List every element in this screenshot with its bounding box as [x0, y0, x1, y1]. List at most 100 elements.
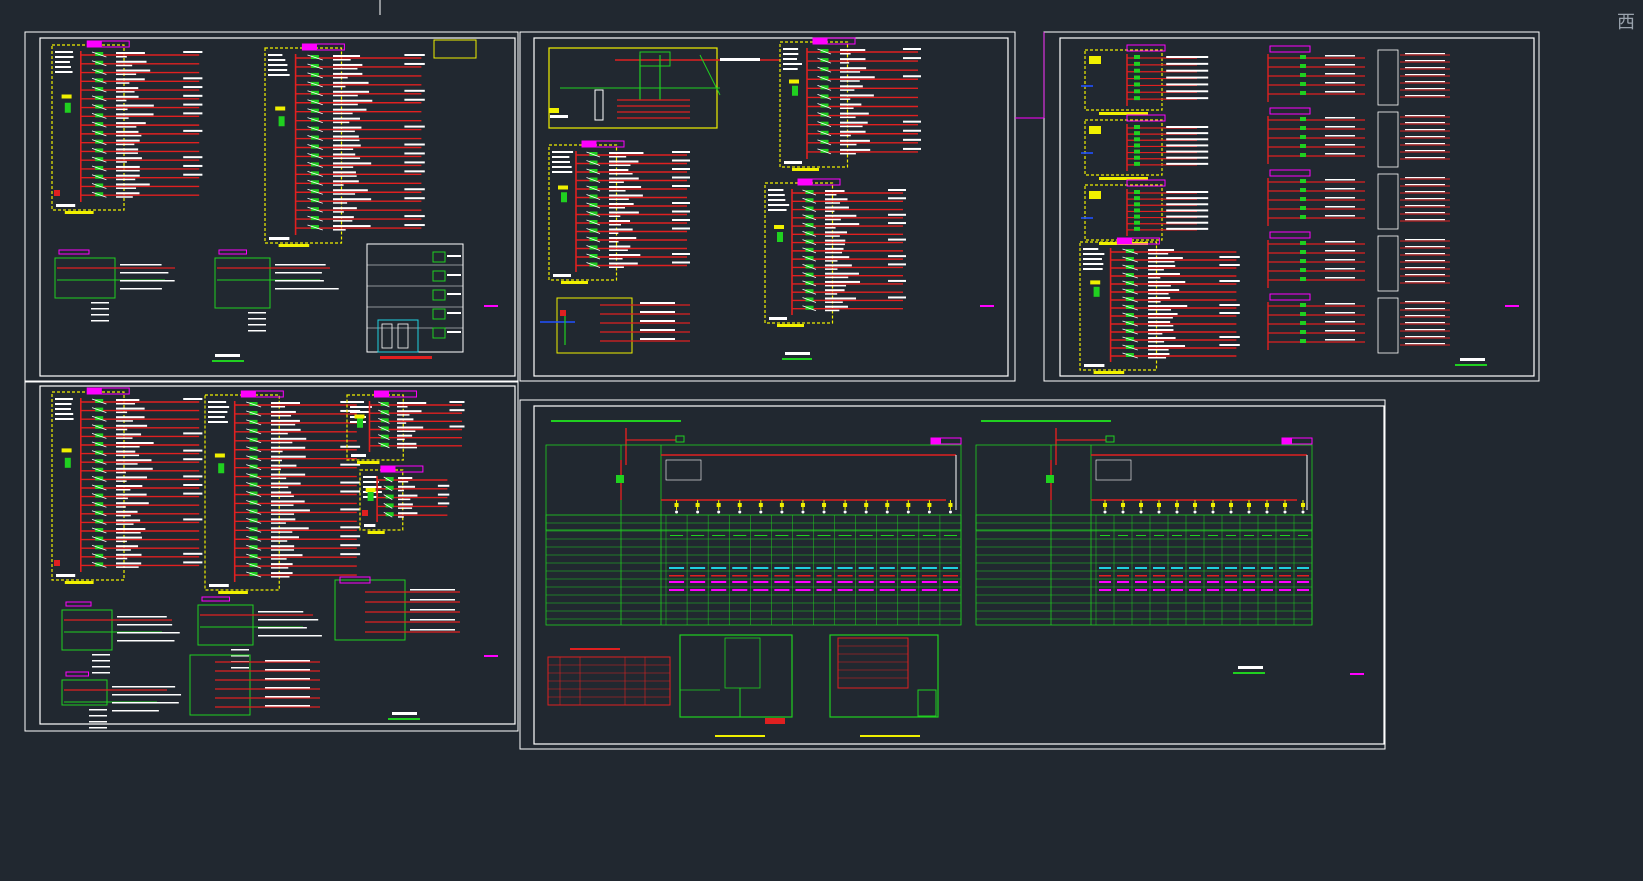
- panel-tag-label: [388, 390, 417, 398]
- panel-tag: [581, 140, 597, 148]
- title-note-box: [433, 39, 477, 59]
- schematic-frame: [545, 444, 962, 531]
- panel-tag: [240, 390, 256, 398]
- metering-panel: [1081, 114, 1209, 180]
- panel-tag: [86, 387, 102, 395]
- distribution-panel: [764, 178, 906, 327]
- metering-panel: [1081, 44, 1209, 115]
- distribution-panel: [779, 37, 921, 171]
- main-breaker: [357, 417, 363, 428]
- cabinet-elevation: [366, 243, 464, 359]
- main-breaker: [561, 192, 567, 203]
- metering-panel: [1081, 179, 1209, 245]
- panel-enclosure: [51, 44, 125, 211]
- main-breaker: [64, 102, 71, 113]
- sheet-1-magenta-mark: [484, 305, 498, 307]
- sub-distribution-group: [1267, 169, 1450, 230]
- panel-tag: [812, 37, 828, 45]
- sub-panel-enclosure: [54, 257, 116, 299]
- sub-panel-enclosure: [214, 257, 271, 309]
- schematic-frame: [975, 444, 1313, 531]
- sheet-outer-border: [1043, 31, 1540, 382]
- sheet-2-title: [785, 352, 810, 355]
- sheet-outer-border: [519, 399, 1386, 750]
- sheet-inner-border: [533, 405, 1385, 745]
- data-table: [545, 514, 962, 626]
- room-plan-2: [829, 634, 939, 718]
- sheet-1-title: [215, 354, 240, 357]
- sub-panel: [61, 671, 182, 729]
- room-plan-1: [679, 634, 793, 724]
- meter-box: [432, 289, 446, 301]
- panel-enclosure: [204, 394, 280, 591]
- sub-panel-enclosure: [61, 679, 108, 706]
- system-schematic-table: [545, 420, 962, 626]
- data-table: [975, 514, 1313, 626]
- meter-box: [432, 251, 446, 263]
- sheet-5-title: [1238, 666, 1263, 669]
- sheet-inner-border: [1059, 37, 1535, 377]
- sheet-2-main-incomer: [548, 47, 780, 129]
- sheet-frame-1: [24, 31, 519, 382]
- panel-tag-label: [315, 43, 345, 51]
- cabinet-outline: [366, 243, 464, 353]
- sub-distribution-group: [1267, 45, 1450, 106]
- distribution-panel: [1079, 237, 1240, 374]
- distribution-panel: [264, 43, 425, 247]
- panel-tag-label: [394, 465, 424, 473]
- sheet-3-title: [1460, 358, 1485, 361]
- sheet-frame-3: [1043, 31, 1540, 382]
- cad-drawing: [24, 0, 1540, 750]
- distribution-panel: [548, 140, 690, 284]
- meter-box: [432, 327, 446, 339]
- sub-panel-tag: [201, 596, 230, 602]
- panel-tag-label: [595, 140, 625, 148]
- panel-enclosure: [1079, 241, 1158, 371]
- sheet-outer-border: [24, 31, 519, 382]
- panel-tag: [380, 465, 396, 473]
- distribution-panel: [51, 40, 203, 214]
- panel-tag: [797, 178, 813, 186]
- sub-panel: [61, 601, 180, 674]
- sub-panel-tag: [218, 249, 247, 255]
- sub-panel-tag: [58, 249, 90, 255]
- cad-drawing-canvas[interactable]: 西: [0, 0, 1643, 881]
- sheet-inner-border: [39, 37, 516, 377]
- sheet-4-title: [392, 712, 417, 715]
- panel-tag: [86, 40, 102, 48]
- panel-enclosure: [264, 47, 343, 244]
- sub-panel: [54, 249, 175, 322]
- main-breaker: [64, 457, 71, 468]
- main-breaker: [792, 85, 798, 96]
- sheet-4-feeder: [189, 576, 460, 716]
- sub-distribution-group: [1267, 107, 1450, 168]
- meter-box: [432, 308, 446, 320]
- panel-tag-label: [826, 37, 856, 45]
- equipment-legend-table: [547, 648, 671, 706]
- panel-tag-label: [100, 387, 130, 395]
- sub-panel: [197, 596, 322, 669]
- sub-distribution-group: [1267, 231, 1450, 292]
- panel-tag: [374, 390, 389, 398]
- sheet-inner-border: [533, 37, 1009, 377]
- distribution-panel: [359, 465, 450, 534]
- sheet-frame-5: [519, 399, 1386, 750]
- panel-tag: [301, 43, 317, 51]
- panel-tag: [1116, 237, 1132, 245]
- panel-enclosure: [51, 391, 125, 581]
- sub-panel-enclosure: [197, 604, 254, 646]
- distribution-panel: [51, 387, 203, 584]
- viewcube-west-label[interactable]: 西: [1617, 8, 1635, 34]
- sub-distribution-group: [1267, 293, 1450, 354]
- main-breaker: [367, 491, 374, 501]
- sub-panel-tag: [65, 671, 89, 677]
- main-breaker: [218, 463, 225, 474]
- main-breaker: [1093, 286, 1100, 297]
- distribution-panel: [346, 390, 465, 464]
- sub-panel-tag: [65, 601, 92, 607]
- system-schematic-table: [975, 420, 1313, 626]
- sub-panel-enclosure: [61, 609, 113, 651]
- distribution-panel: [204, 390, 361, 594]
- panel-enclosure: [548, 144, 618, 281]
- main-breaker: [278, 116, 285, 127]
